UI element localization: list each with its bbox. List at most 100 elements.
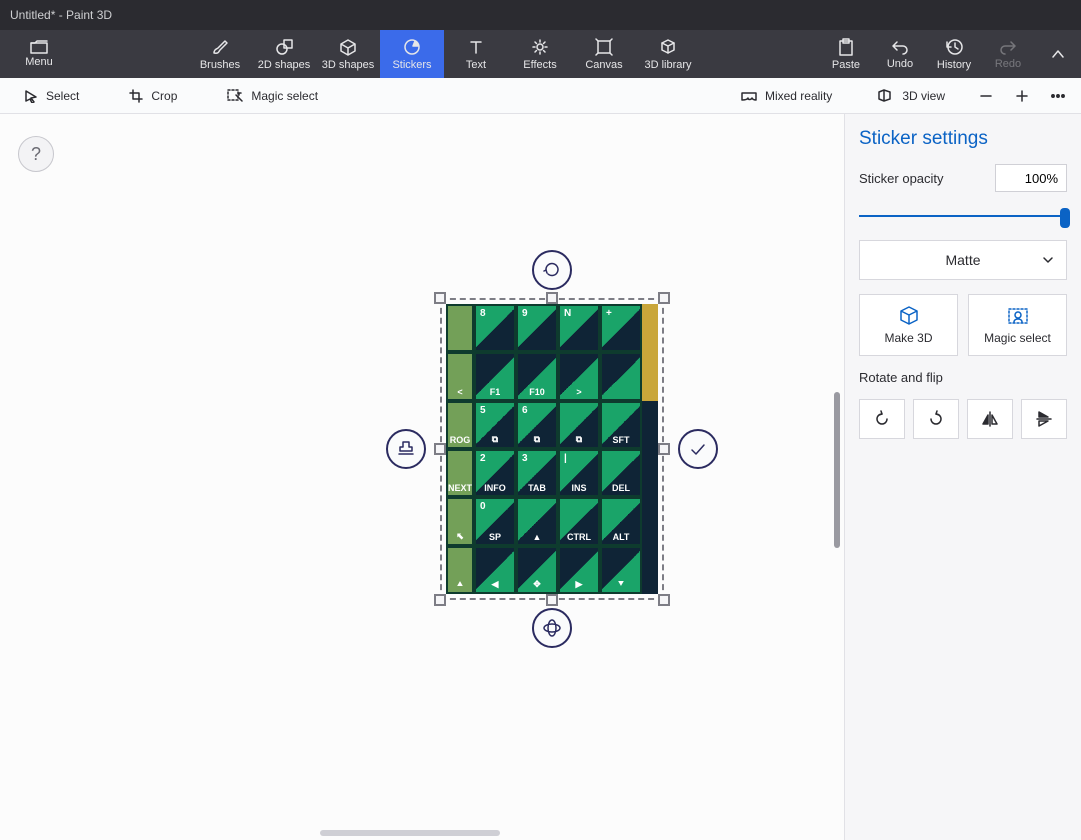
crop-icon xyxy=(129,89,143,103)
tab-3d-library[interactable]: 3D library xyxy=(636,30,700,78)
resize-handle-mr[interactable] xyxy=(658,443,670,455)
sticker-selection[interactable]: 8 9 N + < F1 F10 > ROG 5⧉ 6⧉ ⧉ SFT xyxy=(446,304,658,594)
button-label: Magic select xyxy=(984,331,1051,345)
tab-brushes[interactable]: Brushes xyxy=(188,30,252,78)
rotate-ccw-button[interactable] xyxy=(859,399,905,439)
tab-3d-shapes[interactable]: 3D shapes xyxy=(316,30,380,78)
mixed-reality-button[interactable]: Mixed reality xyxy=(731,85,842,107)
flip-horizontal-button[interactable] xyxy=(967,399,1013,439)
panel-title: Sticker settings xyxy=(859,128,1067,150)
resize-handle-tr[interactable] xyxy=(658,292,670,304)
mixed-reality-icon xyxy=(741,89,757,103)
more-button[interactable] xyxy=(1043,81,1073,111)
magic-select-tool[interactable]: Magic select xyxy=(217,85,328,107)
rotate-flip-label: Rotate and flip xyxy=(859,370,1067,385)
tab-label: Brushes xyxy=(200,59,240,71)
plus-icon xyxy=(1015,89,1029,103)
tool-label: Redo xyxy=(995,58,1021,70)
stamp-button[interactable] xyxy=(386,429,426,469)
select-tool[interactable]: Select xyxy=(14,85,89,107)
shapes-2d-icon xyxy=(275,38,293,56)
dropdown-value: Matte xyxy=(945,252,980,268)
history-button[interactable]: History xyxy=(927,30,981,78)
undo-button[interactable]: Undo xyxy=(873,30,927,78)
crop-tool[interactable]: Crop xyxy=(119,85,187,107)
paste-button[interactable]: Paste xyxy=(819,30,873,78)
rotate-icon xyxy=(542,260,562,280)
3d-view-button[interactable]: 3D view xyxy=(868,85,955,107)
stamp-icon xyxy=(395,438,417,460)
flip-horizontal-icon xyxy=(981,410,999,428)
redo-button[interactable]: Redo xyxy=(981,30,1035,78)
folder-icon xyxy=(30,40,48,54)
flip-vertical-button[interactable] xyxy=(1021,399,1067,439)
z-rotate-icon xyxy=(541,617,563,639)
z-rotate-handle[interactable] xyxy=(532,608,572,648)
horizontal-scrollbar[interactable] xyxy=(320,830,500,836)
ellipsis-icon xyxy=(1051,94,1065,98)
rotate-cw-button[interactable] xyxy=(913,399,959,439)
resize-handle-br[interactable] xyxy=(658,594,670,606)
opacity-input[interactable] xyxy=(995,164,1067,192)
sub-toolbar: Select Crop Magic select Mixed reality 3… xyxy=(0,78,1081,114)
canvas-area[interactable]: ? 8 9 N + < F1 F10 > ROG 5⧉ 6⧉ xyxy=(0,114,845,840)
canvas-icon xyxy=(595,38,613,56)
close-button[interactable] xyxy=(1035,0,1081,30)
tab-text[interactable]: Text xyxy=(444,30,508,78)
maximize-button[interactable] xyxy=(989,0,1035,30)
check-icon xyxy=(688,439,708,459)
flip-vertical-icon xyxy=(1035,410,1053,428)
ribbon-right-tools: Paste Undo History Redo xyxy=(819,30,1081,78)
cube-icon xyxy=(898,305,920,327)
zoom-in-button[interactable] xyxy=(1007,81,1037,111)
make-3d-button[interactable]: Make 3D xyxy=(859,294,958,356)
ribbon-expand-button[interactable] xyxy=(1035,30,1081,78)
side-panel: Sticker settings Sticker opacity Matte M… xyxy=(845,114,1081,840)
tool-label: Select xyxy=(46,89,79,103)
rotate-cw-icon xyxy=(927,410,945,428)
opacity-slider[interactable] xyxy=(859,206,1067,226)
tool-label: Paste xyxy=(832,59,860,71)
tab-canvas[interactable]: Canvas xyxy=(572,30,636,78)
resize-handle-tl[interactable] xyxy=(434,292,446,304)
redo-icon xyxy=(999,39,1017,55)
main-row: ? 8 9 N + < F1 F10 > ROG 5⧉ 6⧉ xyxy=(0,114,1081,840)
chevron-down-icon xyxy=(1042,254,1054,266)
history-icon xyxy=(945,38,963,56)
brush-icon xyxy=(211,38,229,56)
minus-icon xyxy=(979,89,993,103)
view-3d-icon xyxy=(878,89,894,103)
tab-effects[interactable]: Effects xyxy=(508,30,572,78)
tool-label: 3D view xyxy=(902,89,945,103)
titlebar: Untitled* - Paint 3D xyxy=(0,0,1081,30)
tab-2d-shapes[interactable]: 2D shapes xyxy=(252,30,316,78)
resize-handle-ml[interactable] xyxy=(434,443,446,455)
menu-label: Menu xyxy=(25,56,53,68)
library-icon xyxy=(659,38,677,56)
minimize-button[interactable] xyxy=(943,0,989,30)
material-dropdown[interactable]: Matte xyxy=(859,240,1067,280)
magic-select-panel-icon xyxy=(1007,305,1029,327)
paste-icon xyxy=(838,38,854,56)
slider-thumb[interactable] xyxy=(1060,208,1070,228)
resize-handle-mt[interactable] xyxy=(546,292,558,304)
vertical-scrollbar[interactable] xyxy=(834,392,840,548)
menu-button[interactable]: Menu xyxy=(0,30,78,78)
slider-track xyxy=(859,215,1067,217)
rotate-handle[interactable] xyxy=(532,250,572,290)
rotate-ccw-icon xyxy=(873,410,891,428)
text-icon xyxy=(467,38,485,56)
zoom-out-button[interactable] xyxy=(971,81,1001,111)
tab-stickers[interactable]: Stickers xyxy=(380,30,444,78)
tool-label: Magic select xyxy=(251,89,318,103)
opacity-row: Sticker opacity xyxy=(859,164,1067,192)
magic-select-button[interactable]: Magic select xyxy=(968,294,1067,356)
tool-label: Crop xyxy=(151,89,177,103)
resize-handle-bl[interactable] xyxy=(434,594,446,606)
window-title: Untitled* - Paint 3D xyxy=(10,8,112,22)
commit-button[interactable] xyxy=(678,429,718,469)
resize-handle-mb[interactable] xyxy=(546,594,558,606)
selection-border xyxy=(440,298,664,600)
help-button[interactable]: ? xyxy=(18,136,54,172)
tab-label: 3D library xyxy=(644,59,691,71)
